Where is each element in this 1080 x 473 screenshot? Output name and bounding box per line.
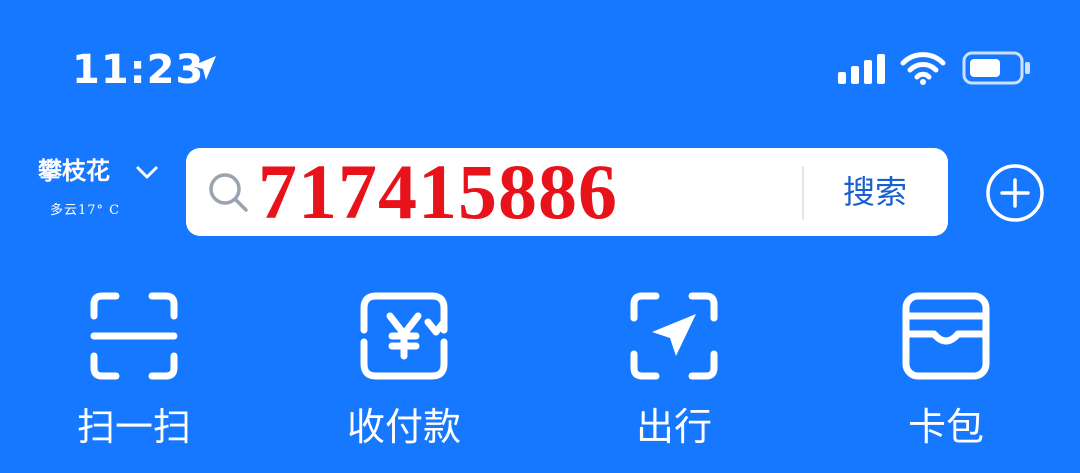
- city-name: 攀枝花: [38, 156, 110, 185]
- weather-text: 多云17° C: [50, 203, 121, 218]
- search-box[interactable]: 搜索: [186, 148, 948, 236]
- search-input[interactable]: [258, 148, 798, 236]
- status-time: 11:23: [72, 47, 205, 93]
- payment-icon: [360, 292, 448, 380]
- wifi-icon: [900, 52, 946, 85]
- quick-action-travel[interactable]: 出行: [574, 290, 774, 460]
- status-bar: 11:23: [0, 0, 1080, 130]
- cellular-signal-icon: [838, 54, 885, 84]
- travel-icon: [630, 292, 718, 380]
- quick-action-label: 出行: [635, 405, 712, 449]
- city-selector[interactable]: 攀枝花 多云17° C: [34, 152, 174, 232]
- search-icon: [209, 173, 248, 212]
- quick-action-label: 卡包: [907, 405, 984, 449]
- add-button[interactable]: [984, 162, 1046, 224]
- quick-action-payment[interactable]: 收付款: [304, 290, 504, 460]
- quick-action-card-wallet[interactable]: 卡包: [846, 290, 1046, 460]
- chevron-down-icon: [136, 166, 158, 179]
- quick-action-scan[interactable]: 扫一扫: [34, 290, 234, 460]
- quick-action-label: 扫一扫: [76, 405, 191, 449]
- add-circle-icon: [986, 164, 1044, 222]
- quick-action-label: 收付款: [346, 405, 461, 449]
- search-divider: [802, 166, 804, 220]
- card-wallet-icon: [902, 292, 990, 380]
- search-button[interactable]: 搜索: [816, 162, 934, 222]
- scan-icon: [90, 292, 178, 380]
- battery-icon: [962, 51, 1030, 85]
- location-arrow-icon: [192, 56, 216, 80]
